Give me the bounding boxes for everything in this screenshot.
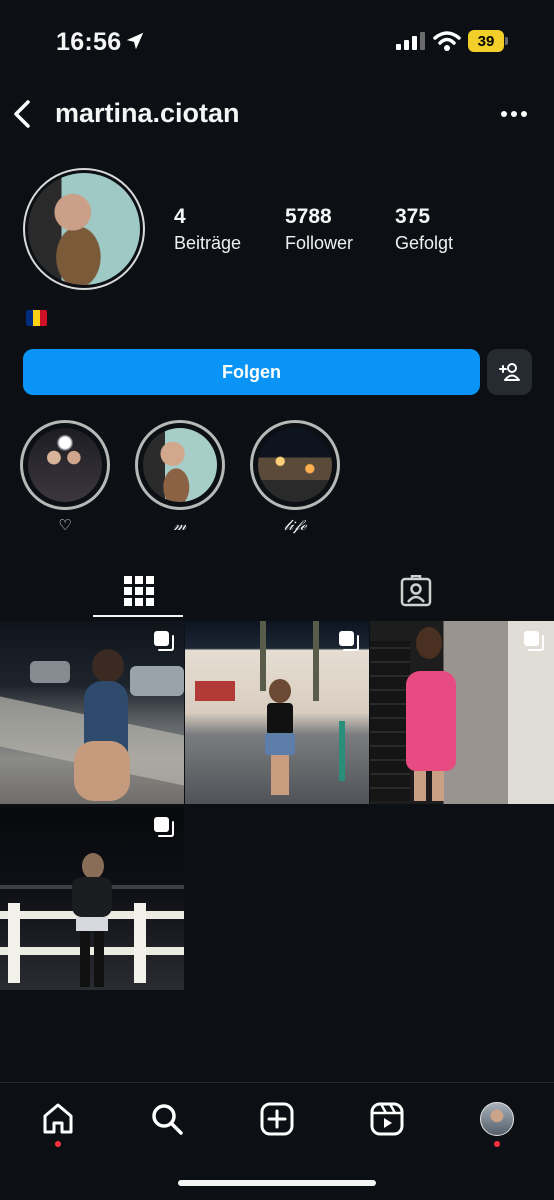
create-icon [260,1102,294,1136]
nav-reels[interactable] [367,1099,407,1139]
highlight-cover [143,428,217,502]
highlight-label: 𝓂 [173,516,187,534]
stat-posts[interactable]: 4 Beiträge [174,205,241,254]
nav-create[interactable] [257,1099,297,1139]
stat-followers[interactable]: 5788 Follower [285,205,353,254]
status-bar: 16:56 39 [0,0,554,84]
active-tab-indicator [93,615,183,617]
highlight-3[interactable]: 𝓁𝒾𝒻ℯ [250,420,340,536]
status-time: 16:56 [56,28,122,56]
profile-username: martina.ciotan [55,98,240,128]
tab-grid[interactable] [0,562,277,620]
profile-notification-dot [494,1141,500,1147]
profile-avatar[interactable] [23,168,145,290]
tab-tagged[interactable] [277,562,554,620]
multiple-images-icon [154,817,174,837]
location-arrow-icon [126,32,144,50]
signal-icon [396,32,425,50]
tagged-person-icon [400,575,431,607]
nav-profile[interactable] [477,1099,517,1139]
stat-posts-count: 4 [174,205,186,228]
add-person-icon [498,363,520,381]
highlight-2[interactable]: 𝓂 [135,420,225,536]
multiple-images-icon [339,631,359,651]
home-indicator [178,1180,376,1186]
ellipsis-icon[interactable] [500,108,528,120]
stat-followers-label: Follower [285,233,354,253]
profile-avatar-icon [480,1102,514,1136]
chevron-left-icon[interactable] [10,98,36,130]
battery-level: 39 [468,30,504,52]
home-notification-dot [55,1141,61,1147]
romania-flag-icon [26,310,47,326]
highlight-cover [258,428,332,502]
suggest-users-button[interactable] [487,349,532,395]
highlight-cover [28,428,102,502]
post-thumbnail[interactable] [185,621,369,804]
search-icon [152,1104,183,1135]
stat-following-count: 375 [395,205,431,228]
avatar-image [28,173,140,285]
wifi-icon [433,31,461,51]
stat-followers-count: 5788 [285,205,332,228]
reels-icon [370,1102,404,1136]
profile-tabs [0,562,554,620]
highlight-label: 𝓁𝒾𝒻ℯ [283,516,307,534]
nav-home[interactable] [38,1099,78,1139]
multiple-images-icon [154,631,174,651]
follow-button[interactable]: Folgen [23,349,480,395]
post-thumbnail[interactable] [0,807,184,990]
stat-following[interactable]: 375 Gefolgt [395,205,453,254]
multiple-images-icon [524,631,544,651]
battery-icon: 39 [468,30,508,52]
stat-posts-label: Beiträge [174,233,242,253]
stat-following-label: Gefolgt [395,233,454,253]
post-thumbnail[interactable] [370,621,554,804]
home-icon [43,1103,73,1134]
grid-icon [123,576,154,606]
highlight-label: ♡ [58,516,72,534]
highlight-1[interactable]: ♡ [20,420,110,536]
nav-search[interactable] [147,1099,187,1139]
post-thumbnail[interactable] [0,621,184,804]
